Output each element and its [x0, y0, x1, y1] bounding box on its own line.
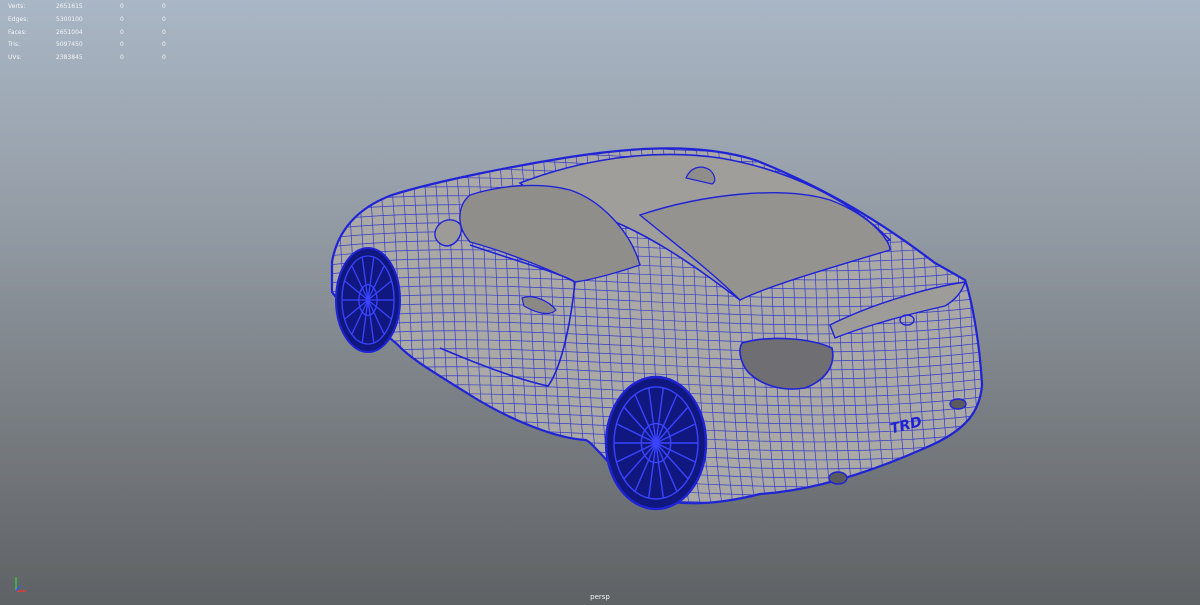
front-wheel [335, 247, 401, 353]
rear-wheel [604, 375, 708, 511]
view-axis-indicator [15, 577, 26, 592]
car-wireframe-model[interactable]: TRD [0, 0, 1200, 605]
exhaust-tip-right [949, 398, 967, 410]
perspective-viewport[interactable]: Verts: 2651615 0 0 Edges: 5300100 0 0 Fa… [0, 0, 1200, 605]
exhaust-tip-left [828, 471, 848, 485]
camera-name-label: persp [590, 593, 610, 601]
